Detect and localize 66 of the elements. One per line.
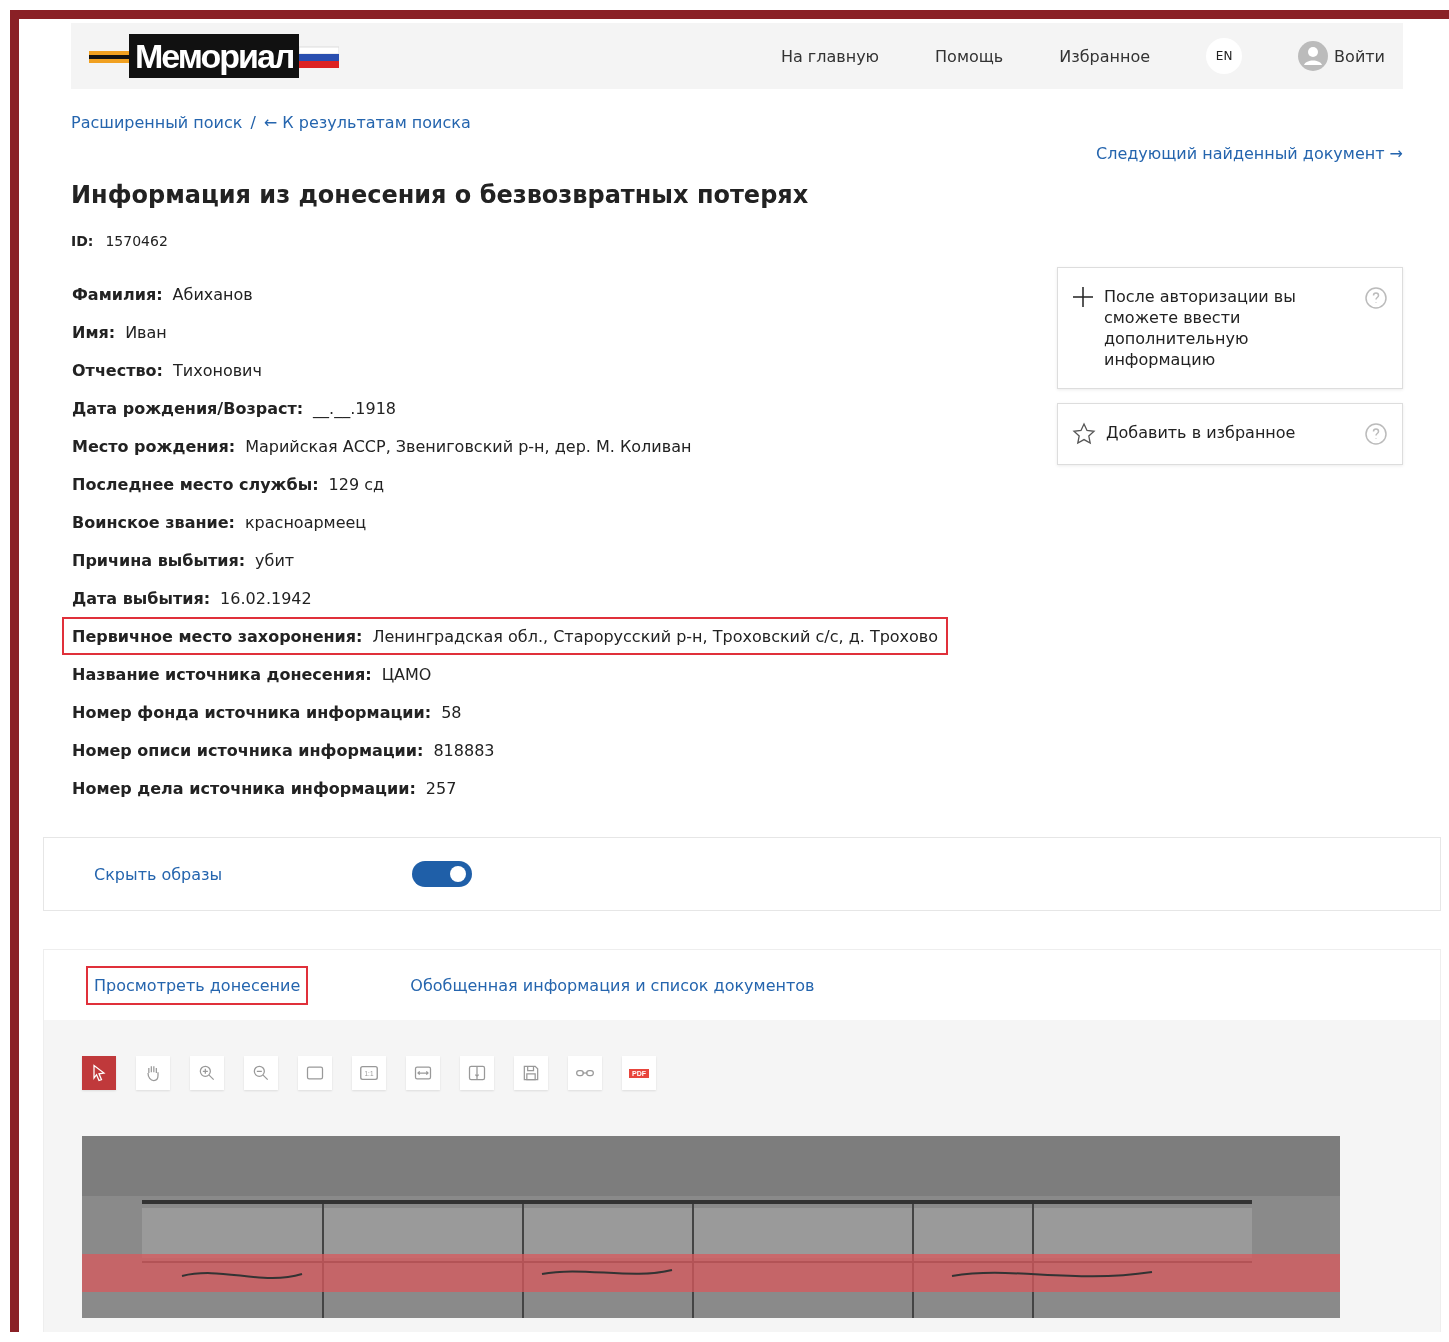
breadcrumb-link[interactable]: ← К результатам поиска [263, 113, 471, 132]
field-value: 129 сд [328, 474, 384, 494]
field-value: 818883 [433, 740, 495, 760]
images-toggle[interactable] [412, 861, 473, 887]
field-value: Абиханов [172, 284, 253, 304]
zoom-in-icon [197, 1063, 217, 1083]
avatar-icon [1298, 41, 1329, 71]
field-label: Дата выбытия: [72, 588, 211, 608]
help-icon[interactable] [1364, 422, 1388, 446]
fit-width-tool-button[interactable] [406, 1056, 440, 1090]
link-tool-button[interactable] [568, 1056, 602, 1090]
field-label: Номер фонда источника информации: [72, 702, 432, 722]
zoom-in-tool-button[interactable] [190, 1056, 224, 1090]
next-document-link[interactable]: Следующий найденный документ → [1096, 144, 1403, 163]
save-icon [521, 1063, 541, 1083]
add-info-card[interactable]: После авторизации вы сможете ввести дополнительную информацию [1057, 267, 1403, 389]
id-value: 1570462 [105, 233, 168, 249]
hand-tool-button[interactable] [136, 1056, 170, 1090]
zoom-out-tool-button[interactable] [244, 1056, 278, 1090]
field-value: ЦАМО [381, 664, 432, 684]
field-label: Номер дела источника информации: [72, 778, 416, 798]
breadcrumb-separator: / [250, 113, 256, 132]
nav-link[interactable]: Избранное [1059, 46, 1151, 66]
field-label: Название источника донесения: [72, 664, 372, 684]
field-value: Ленинградская обл., Старорусский р-н, Троховский с/с, д. Трохово [372, 626, 939, 646]
field-label: Дата рождения/Возраст: [72, 398, 304, 418]
field-value: 58 [441, 702, 462, 722]
card-text: Добавить в избранное [1106, 422, 1297, 443]
star-icon [1072, 422, 1096, 446]
field-label: Номер описи источника информации: [72, 740, 424, 760]
field-label: Последнее место службы: [72, 474, 319, 494]
save-tool-button[interactable] [514, 1056, 548, 1090]
card-text: После авторизации вы сможете ввести дополнительную информацию [1104, 286, 1297, 370]
field-label: Отчество: [72, 360, 163, 380]
nav-link[interactable]: Помощь [935, 46, 1004, 66]
field-label: Воинское звание: [72, 512, 235, 532]
field-value: Иван [125, 322, 167, 342]
field-label: Имя: [72, 322, 116, 342]
field-label: Место рождения: [72, 436, 236, 456]
pointer-tool-button[interactable] [82, 1056, 116, 1090]
field-value: 16.02.1942 [220, 588, 312, 608]
field-label: Фамилия: [72, 284, 163, 304]
field-value: красноармеец [244, 512, 367, 532]
language-button[interactable]: EN [1206, 38, 1243, 74]
login-link[interactable]: Войти [1298, 41, 1385, 71]
fit-height-icon [467, 1063, 487, 1083]
plus-icon [1072, 286, 1094, 308]
id-label: ID: [71, 233, 94, 249]
field-value: Тихонович [173, 360, 262, 380]
help-icon[interactable] [1364, 286, 1388, 310]
nav-link[interactable]: На главную [780, 46, 880, 66]
favorite-card[interactable]: Добавить в избранное [1057, 403, 1403, 465]
field-value: __.__.1918 [313, 398, 396, 418]
field-value: убит [255, 550, 295, 570]
page-title: Информация из донесения о безвозвратных потерях [71, 181, 810, 209]
hide-images-link[interactable]: Скрыть образы [94, 864, 223, 884]
tab[interactable]: Просмотреть донесение [86, 965, 309, 1005]
field-label: Первичное место захоронения: [72, 626, 363, 646]
field-label: Причина выбытия: [72, 550, 246, 570]
tab[interactable]: Обобщенная информация и список документов [402, 965, 823, 1005]
fit-height-tool-button[interactable] [460, 1056, 494, 1090]
zoom-out-icon [251, 1063, 271, 1083]
frame-tool-button[interactable] [298, 1056, 332, 1090]
field-value: Марийская АССР, Звениговский р-н, дер. М. Коливан [245, 436, 692, 456]
breadcrumb-link[interactable]: Расширенный поиск [71, 113, 243, 132]
field-value: 257 [425, 778, 457, 798]
